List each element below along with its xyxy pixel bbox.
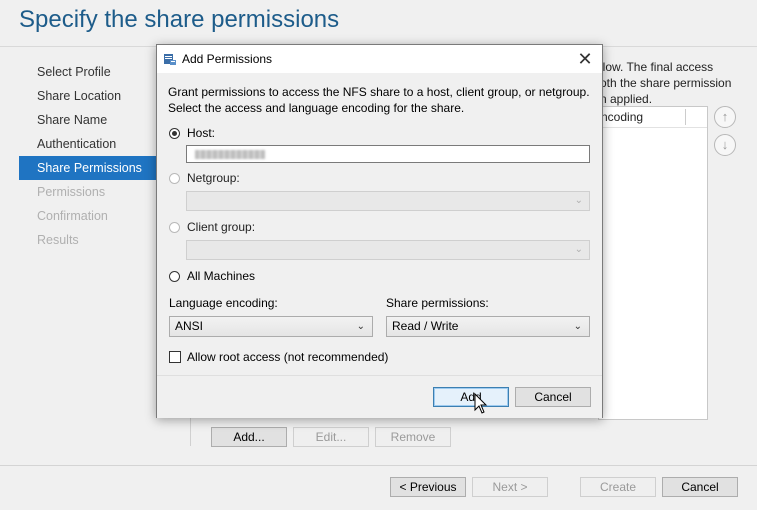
radio-unselected-icon[interactable]: [169, 222, 180, 233]
share-folder-icon: [164, 54, 176, 65]
language-encoding-value: ANSI: [175, 319, 204, 333]
nav-item-select-profile[interactable]: Select Profile: [19, 60, 159, 84]
netgroup-label: Netgroup:: [187, 171, 240, 185]
list-add-button[interactable]: Add...: [211, 427, 287, 447]
arrow-down-circle-icon[interactable]: ↓: [714, 134, 736, 156]
host-radio[interactable]: Host:: [169, 125, 215, 141]
nav-item-confirmation: Confirmation: [37, 209, 108, 223]
chevron-down-icon: ⌄: [574, 195, 583, 206]
nav-item-share-permissions[interactable]: Share Permissions: [19, 156, 159, 180]
allow-root-checkbox[interactable]: [169, 351, 181, 363]
wizard-footer: < Previous Next > Create Cancel: [0, 465, 757, 510]
encoding-column-label: ncoding: [601, 110, 644, 124]
instructions-text: llow. The final access oth the share per…: [600, 59, 750, 107]
add-button[interactable]: Add: [433, 387, 509, 407]
chevron-down-icon: ⌄: [574, 244, 583, 255]
radio-unselected-icon[interactable]: [169, 173, 180, 184]
next-button[interactable]: Next >: [472, 477, 548, 497]
netgroup-select[interactable]: ⌄: [186, 191, 590, 211]
allow-root-checkbox-row[interactable]: Allow root access (not recommended): [169, 349, 388, 365]
client-group-label: Client group:: [187, 220, 256, 234]
create-button[interactable]: Create: [580, 477, 656, 497]
chevron-down-icon: ⌄: [573, 321, 582, 332]
share-permissions-value: Read / Write: [392, 319, 459, 333]
instructions-line-1: llow. The final access: [600, 60, 714, 74]
instructions-line-2: oth the share permission: [600, 76, 732, 90]
column-separator: [685, 109, 686, 125]
dialog-footer: Add Cancel: [157, 375, 602, 418]
description-line-1: Grant permissions to access the NFS shar…: [168, 85, 590, 99]
wizard-cancel-button[interactable]: Cancel: [662, 477, 738, 497]
page-title: Specify the share permissions: [19, 6, 340, 33]
list-edit-button[interactable]: Edit...: [293, 427, 369, 447]
arrow-up-circle-icon[interactable]: ↑: [714, 106, 736, 128]
allow-root-label: Allow root access (not recommended): [187, 350, 389, 364]
share-permissions-select[interactable]: Read / Write ⌄: [386, 316, 590, 337]
mouse-pointer-icon: [474, 393, 488, 414]
dialog-title: Add Permissions: [182, 52, 273, 66]
add-permissions-dialog: Add Permissions ✕ Grant permissions to a…: [156, 44, 603, 418]
language-encoding-select[interactable]: ANSI ⌄: [169, 316, 373, 337]
nav-item-authentication[interactable]: Authentication: [19, 132, 159, 156]
group-divider: [190, 418, 191, 446]
list-column-header[interactable]: ncoding: [599, 107, 707, 128]
share-permissions-label: Share permissions:: [386, 296, 489, 310]
all-machines-radio[interactable]: All Machines: [169, 268, 255, 284]
list-remove-button[interactable]: Remove: [375, 427, 451, 447]
host-input[interactable]: [186, 145, 590, 163]
radio-unselected-icon[interactable]: [169, 271, 180, 282]
netgroup-radio[interactable]: Netgroup:: [169, 170, 240, 186]
instructions-line-3: n applied.: [600, 92, 653, 106]
dialog-cancel-button[interactable]: Cancel: [515, 387, 591, 407]
previous-button[interactable]: < Previous: [390, 477, 466, 497]
close-icon[interactable]: ✕: [573, 48, 597, 70]
all-machines-label: All Machines: [187, 269, 256, 283]
nav-item-share-name[interactable]: Share Name: [19, 108, 159, 132]
client-group-select[interactable]: ⌄: [186, 240, 590, 260]
language-encoding-label: Language encoding:: [169, 296, 278, 310]
nav-item-permissions: Permissions: [37, 185, 106, 199]
client-group-radio[interactable]: Client group:: [169, 219, 255, 235]
description-line-2: Select the access and language encoding …: [168, 101, 465, 115]
nav-item-results: Results: [37, 233, 79, 247]
nav-item-share-location[interactable]: Share Location: [19, 84, 159, 108]
dialog-description: Grant permissions to access the NFS shar…: [168, 84, 598, 116]
dialog-titlebar[interactable]: Add Permissions ✕: [157, 45, 602, 73]
radio-selected-icon[interactable]: [169, 128, 180, 139]
host-value-redacted: [195, 150, 265, 159]
permissions-list[interactable]: ncoding: [598, 106, 708, 420]
chevron-down-icon: ⌄: [356, 321, 365, 332]
host-label: Host:: [187, 126, 216, 140]
wizard-nav: Select Profile Share Location Share Name…: [19, 60, 159, 252]
